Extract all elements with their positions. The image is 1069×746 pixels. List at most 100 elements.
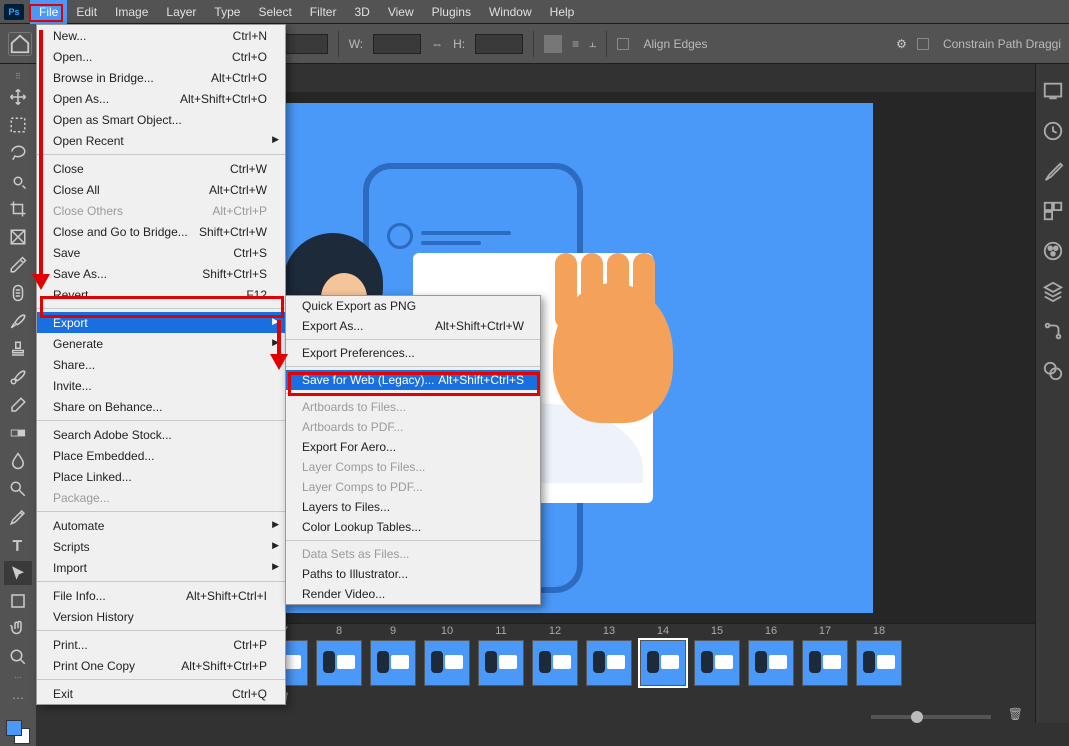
file-menu-item[interactable]: File Info...Alt+Shift+Ctrl+I [37, 585, 285, 606]
timeline-frame[interactable]: 12 [532, 640, 578, 686]
file-menu-item[interactable]: SaveCtrl+S [37, 242, 285, 263]
menu-view[interactable]: View [379, 0, 423, 24]
export-menu-item[interactable]: Export As...Alt+Shift+Ctrl+W [286, 316, 540, 336]
file-menu-item[interactable]: Version History [37, 606, 285, 627]
edit-toolbar-icon[interactable]: ⋯ [4, 686, 32, 710]
brush-tool[interactable] [4, 309, 32, 333]
panel-trash-icon[interactable]: 🗑 [1008, 707, 1023, 721]
file-menu-item[interactable]: CloseCtrl+W [37, 158, 285, 179]
export-menu-item[interactable]: Export Preferences... [286, 343, 540, 363]
dodge-tool[interactable] [4, 477, 32, 501]
file-menu-item[interactable]: Place Linked... [37, 466, 285, 487]
file-menu-item[interactable]: Close and Go to Bridge...Shift+Ctrl+W [37, 221, 285, 242]
menu-plugins[interactable]: Plugins [423, 0, 480, 24]
color-panel-icon[interactable] [1042, 240, 1064, 262]
file-menu-item[interactable]: Place Embedded... [37, 445, 285, 466]
crop-tool[interactable] [4, 197, 32, 221]
file-menu-item[interactable]: Automate [37, 515, 285, 536]
menu-select[interactable]: Select [249, 0, 300, 24]
paths-panel-icon[interactable] [1042, 320, 1064, 342]
align-edges-checkbox[interactable] [617, 38, 629, 50]
menu-window[interactable]: Window [480, 0, 541, 24]
timeline-frame[interactable]: 9 [370, 640, 416, 686]
path-ops-icon[interactable] [544, 35, 562, 53]
height-field[interactable] [475, 34, 523, 54]
lasso-tool[interactable] [4, 141, 32, 165]
file-menu-item[interactable]: ExitCtrl+Q [37, 683, 285, 704]
timeline-frame[interactable]: 17 [802, 640, 848, 686]
file-menu-item[interactable]: Open As...Alt+Shift+Ctrl+O [37, 88, 285, 109]
layers-panel-icon[interactable] [1042, 280, 1064, 302]
menu-help[interactable]: Help [541, 0, 584, 24]
file-menu-item[interactable]: New...Ctrl+N [37, 25, 285, 46]
learn-panel-icon[interactable] [1042, 80, 1064, 102]
timeline-frame[interactable]: 8 [316, 640, 362, 686]
timeline-frame[interactable]: 11 [478, 640, 524, 686]
home-icon[interactable] [8, 32, 32, 56]
history-panel-icon[interactable] [1042, 120, 1064, 142]
file-menu-item[interactable]: Save As...Shift+Ctrl+S [37, 263, 285, 284]
menu-type[interactable]: Type [205, 0, 249, 24]
pen-tool[interactable] [4, 505, 32, 529]
export-menu-item[interactable]: Export For Aero... [286, 437, 540, 457]
file-menu-item[interactable]: Open...Ctrl+O [37, 46, 285, 67]
file-menu-item[interactable]: Generate [37, 333, 285, 354]
menu-layer[interactable]: Layer [157, 0, 205, 24]
zoom-slider[interactable] [871, 715, 991, 719]
file-menu-item[interactable]: Scripts [37, 536, 285, 557]
menu-edit[interactable]: Edit [67, 0, 106, 24]
arrange-icon[interactable]: ⫠ [589, 36, 596, 51]
file-menu-item[interactable]: Close AllAlt+Ctrl+W [37, 179, 285, 200]
timeline-frame[interactable]: 10 [424, 640, 470, 686]
file-menu-item[interactable]: Open as Smart Object... [37, 109, 285, 130]
menu-3d[interactable]: 3D [345, 0, 378, 24]
frame-tool[interactable] [4, 225, 32, 249]
constrain-checkbox[interactable] [917, 38, 929, 50]
blur-tool[interactable] [4, 449, 32, 473]
export-menu-item[interactable]: Color Lookup Tables... [286, 517, 540, 537]
export-menu-item[interactable]: Quick Export as PNG [286, 296, 540, 316]
file-menu-item[interactable]: Browse in Bridge...Alt+Ctrl+O [37, 67, 285, 88]
link-icon[interactable]: ⇔ [431, 37, 443, 51]
timeline-frame[interactable]: 13 [586, 640, 632, 686]
toolbox-grip[interactable]: ⠿ [15, 72, 21, 81]
width-field[interactable] [373, 34, 421, 54]
path-select-tool[interactable] [4, 561, 32, 585]
timeline-frame[interactable]: 18 [856, 640, 902, 686]
hand-tool[interactable] [4, 617, 32, 641]
file-menu-item[interactable]: Share on Behance... [37, 396, 285, 417]
move-tool[interactable] [4, 85, 32, 109]
quick-select-tool[interactable] [4, 169, 32, 193]
timeline-frame[interactable]: 16 [748, 640, 794, 686]
export-menu-item[interactable]: Layers to Files... [286, 497, 540, 517]
export-menu-item[interactable]: Render Video... [286, 584, 540, 604]
swatches-panel-icon[interactable] [1042, 200, 1064, 222]
toolbox-more[interactable]: ⋯ [14, 673, 22, 682]
file-menu-item[interactable]: Open Recent [37, 130, 285, 151]
align-icon[interactable]: ≡ [572, 37, 579, 51]
channels-panel-icon[interactable] [1042, 360, 1064, 382]
file-menu-item[interactable]: Share... [37, 354, 285, 375]
menu-filter[interactable]: Filter [301, 0, 346, 24]
file-menu-item[interactable]: Invite... [37, 375, 285, 396]
file-menu-item[interactable]: Print...Ctrl+P [37, 634, 285, 655]
gradient-tool[interactable] [4, 421, 32, 445]
menu-image[interactable]: Image [106, 0, 157, 24]
zoom-tool[interactable] [4, 645, 32, 669]
file-menu-item[interactable]: Print One CopyAlt+Shift+Ctrl+P [37, 655, 285, 676]
stamp-tool[interactable] [4, 337, 32, 361]
history-brush-tool[interactable] [4, 365, 32, 389]
marquee-tool[interactable] [4, 113, 32, 137]
type-tool[interactable]: T [4, 533, 32, 557]
file-menu-item[interactable]: Import [37, 557, 285, 578]
timeline-frame[interactable]: 14 [640, 640, 686, 686]
eyedropper-tool[interactable] [4, 253, 32, 277]
eraser-tool[interactable] [4, 393, 32, 417]
healing-tool[interactable] [4, 281, 32, 305]
file-menu-item[interactable]: Search Adobe Stock... [37, 424, 285, 445]
color-swatches[interactable] [4, 718, 32, 746]
gear-icon[interactable]: ⚙ [896, 37, 907, 51]
shape-tool[interactable] [4, 589, 32, 613]
brushes-panel-icon[interactable] [1042, 160, 1064, 182]
timeline-frame[interactable]: 15 [694, 640, 740, 686]
